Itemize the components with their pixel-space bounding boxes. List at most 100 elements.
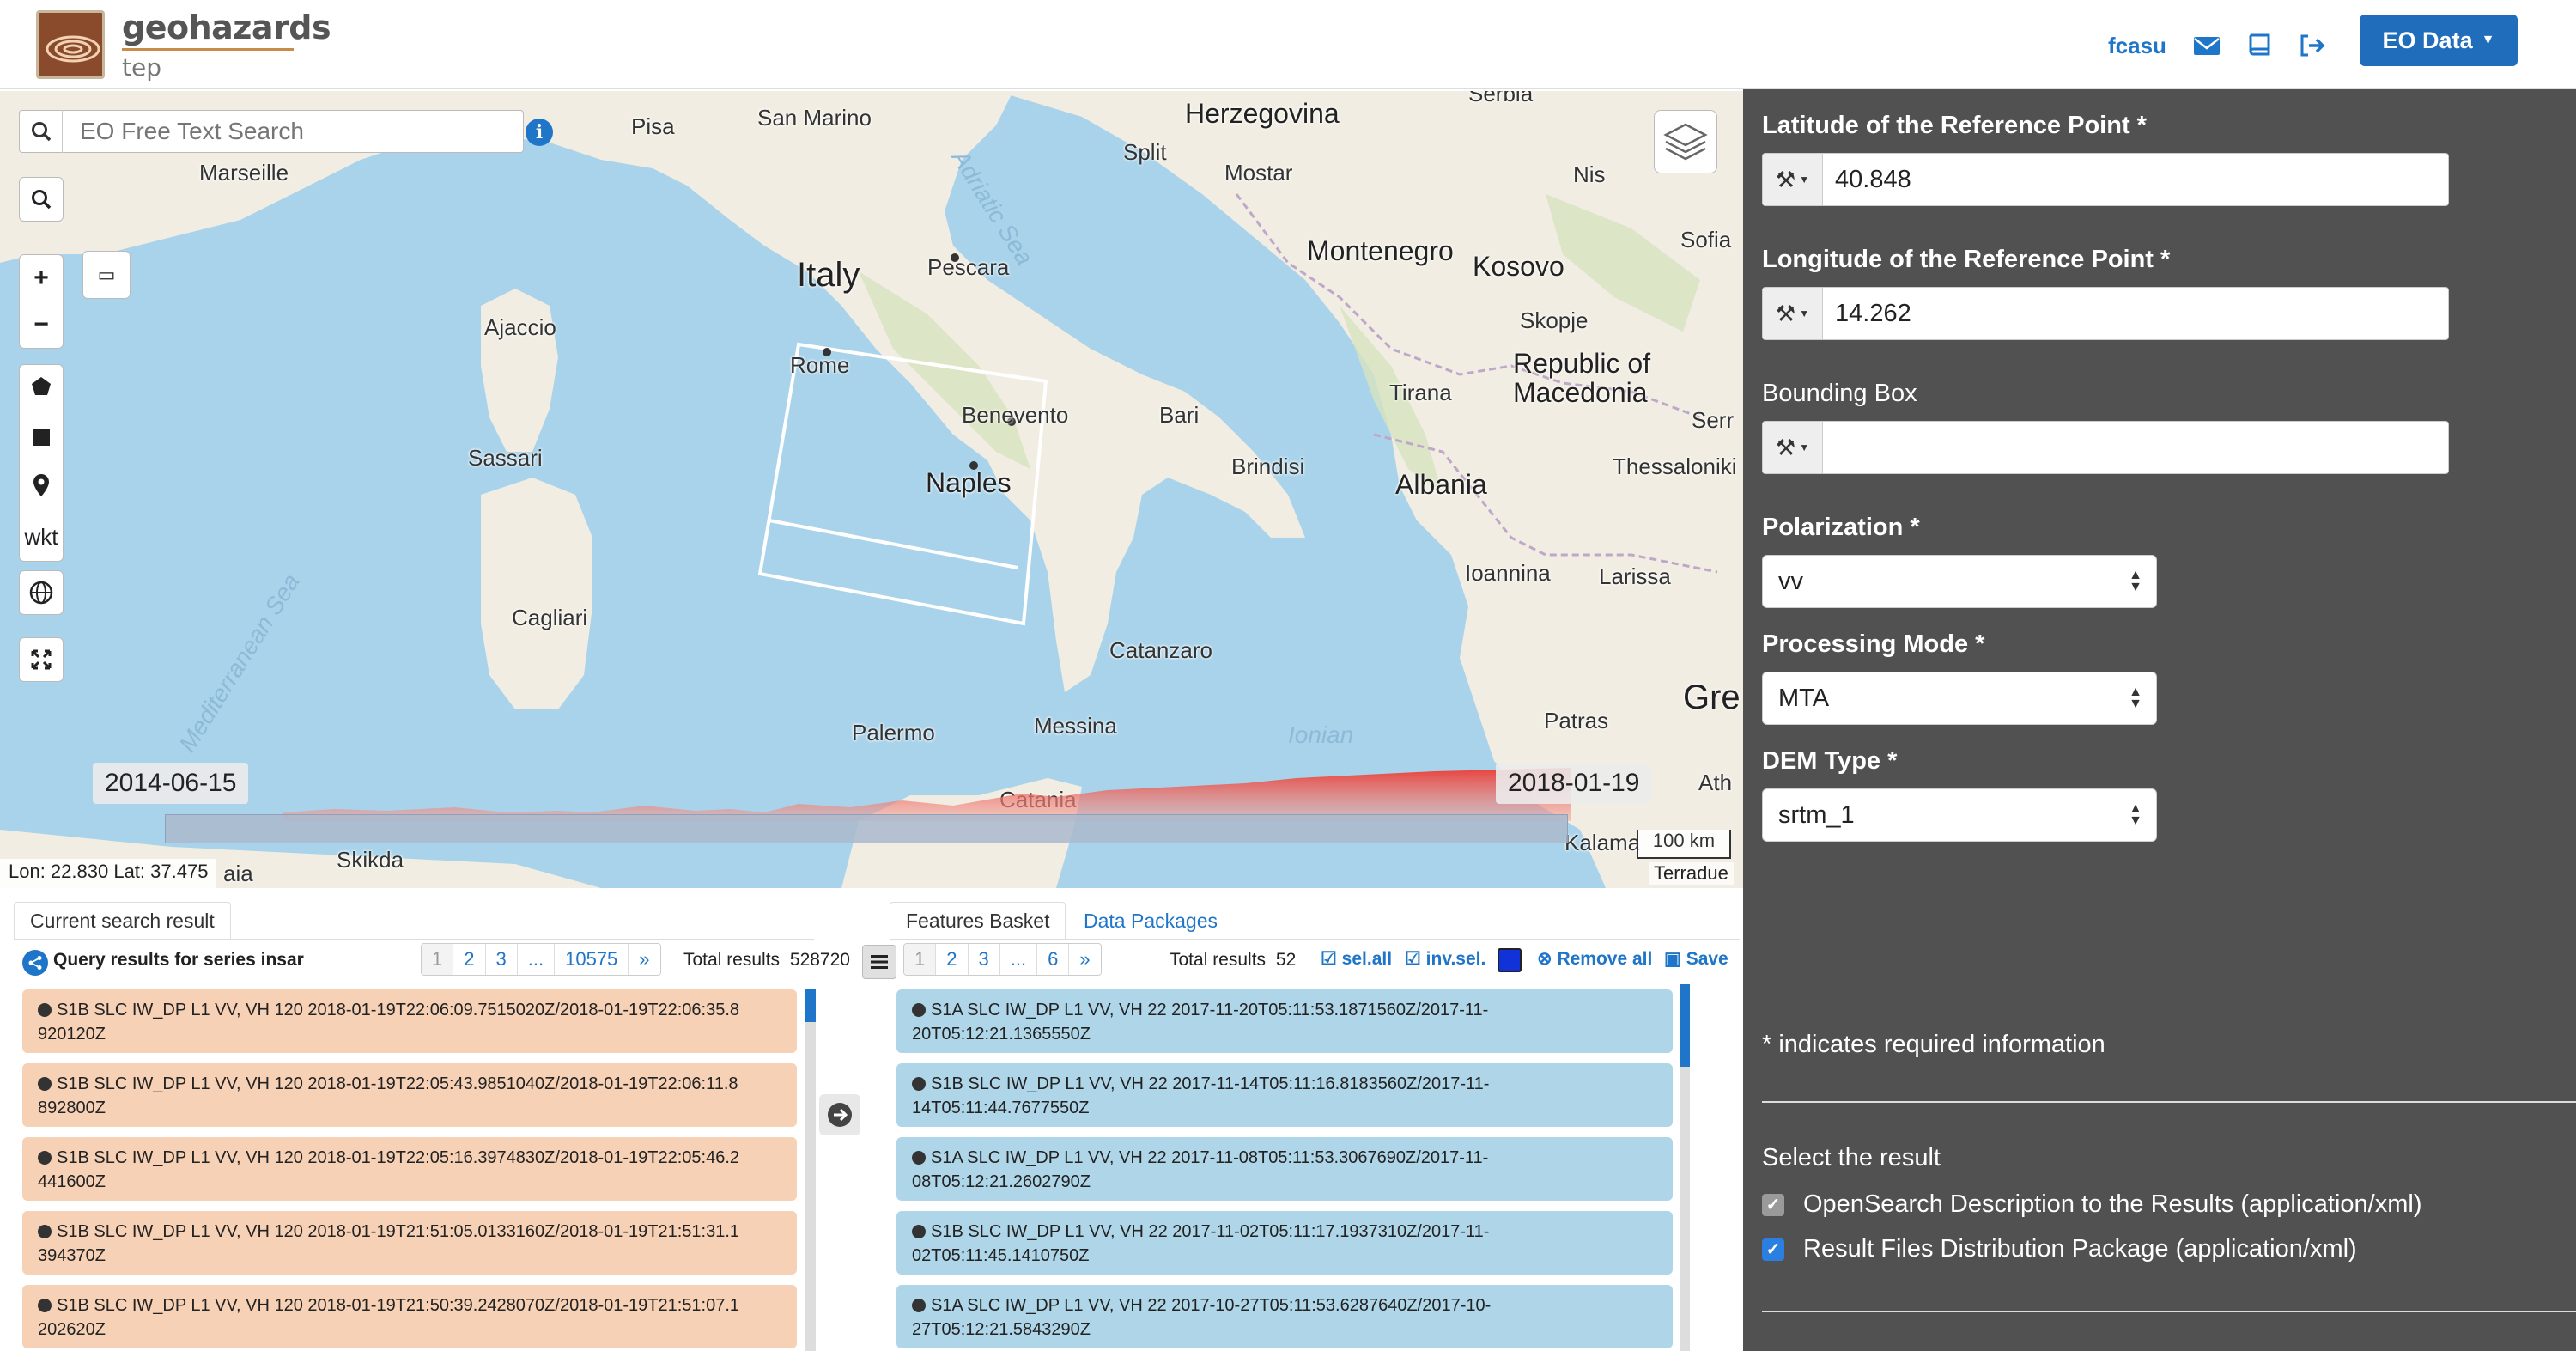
save-label: Save (1686, 949, 1728, 969)
place-san-marino: San Marino (757, 105, 872, 131)
page-next[interactable]: » (1069, 944, 1101, 975)
basket-item-title-cont: 02T05:11:45.1410750Z (912, 1246, 1090, 1265)
timeline-end-date[interactable]: 2018-01-19 (1496, 763, 1652, 804)
search-icon[interactable] (19, 177, 64, 222)
tab-data-packages[interactable]: Data Packages (1068, 902, 1233, 940)
dem-type-select[interactable]: srtm_1 ▲ ▼ (1762, 788, 2157, 842)
results-scrollbar[interactable] (805, 989, 816, 1351)
wkt-button[interactable]: wkt (25, 524, 58, 551)
result-files-package-checkbox[interactable]: ✓ (1762, 1238, 1784, 1261)
map-attribution[interactable]: Terradue (1649, 862, 1734, 885)
form-divider (1762, 1101, 2576, 1103)
processing-form-panel: Latitude of the Reference Point * ⚒ ▼ 40.… (1743, 89, 2576, 1351)
result-item[interactable]: S1B SLC IW_DP L1 VV, VH 120 2018-01-19T2… (22, 1211, 797, 1275)
tab-divider (14, 939, 814, 940)
geohazards-logo[interactable] (36, 10, 105, 79)
list-view-icon[interactable] (862, 945, 896, 979)
envelope-icon[interactable] (2192, 31, 2221, 60)
polarization-select[interactable]: vv ▲ ▼ (1762, 555, 2157, 608)
result-item[interactable]: S1B SLC IW_DP L1 VV, VH 120 2018-01-19T2… (22, 1137, 797, 1201)
magic-wand-dropdown[interactable]: ⚒ ▼ (1763, 422, 1823, 473)
basket-scrollbar-thumb[interactable] (1680, 984, 1690, 1067)
result-title-cont: 920120Z (38, 1025, 106, 1044)
timeline-start-date[interactable]: 2014-06-15 (93, 763, 249, 804)
place-brindisi: Brindisi (1231, 453, 1305, 479)
opensearch-description-checkbox[interactable]: ✓ (1762, 1193, 1784, 1216)
user-link[interactable]: fcasu (2108, 33, 2166, 59)
place-cagliari: Cagliari (512, 605, 588, 630)
result-files-package-label: Result Files Distribution Package (appli… (1803, 1235, 2357, 1263)
tab-current-search-result[interactable]: Current search result (14, 902, 231, 940)
magic-wand-dropdown[interactable]: ⚒ ▼ (1763, 154, 1823, 205)
place-catanzaro: Catanzaro (1109, 637, 1212, 663)
eo-data-dropdown-button[interactable]: EO Data ▼ (2360, 15, 2518, 66)
zoom-in-button[interactable]: + (20, 255, 63, 302)
place-patras: Patras (1544, 708, 1609, 733)
basket-item[interactable]: S1A SLC IW_DP L1 VV, VH 22 2017-11-20T05… (896, 989, 1673, 1053)
longitude-input[interactable]: 14.262 (1823, 300, 1911, 328)
processing-mode-select[interactable]: MTA ▲ ▼ (1762, 672, 2157, 725)
basket-item[interactable]: S1A SLC IW_DP L1 VV, VH 22 2017-10-27T05… (896, 1285, 1673, 1348)
tab-features-basket[interactable]: Features Basket (890, 902, 1066, 940)
basket-item-title: S1A SLC IW_DP L1 VV, VH 22 2017-10-27T05… (931, 1296, 1492, 1315)
results-scrollbar-thumb[interactable] (805, 989, 816, 1022)
square-icon[interactable] (32, 424, 51, 453)
opensearch-description-option[interactable]: ✓ OpenSearch Description to the Results … (1762, 1190, 2422, 1219)
page-2[interactable]: 2 (453, 944, 486, 975)
fullscreen-icon[interactable] (19, 637, 64, 682)
result-title: S1B SLC IW_DP L1 VV, VH 120 2018-01-19T2… (57, 1296, 739, 1315)
basket-item[interactable]: S1A SLC IW_DP L1 VV, VH 22 2017-11-08T05… (896, 1137, 1673, 1201)
polygon-icon[interactable] (30, 375, 52, 405)
eo-free-text-search-input[interactable] (63, 113, 509, 150)
info-icon[interactable]: i (526, 119, 553, 146)
share-icon[interactable] (22, 950, 48, 976)
result-item[interactable]: S1B SLC IW_DP L1 VV, VH 120 2018-01-19T2… (22, 1063, 797, 1127)
color-picker-swatch[interactable] (1498, 948, 1522, 972)
add-to-basket-button[interactable] (819, 1094, 860, 1135)
page-3[interactable]: 3 (968, 944, 1000, 975)
ruler-icon[interactable]: ▭ (82, 251, 131, 299)
processing-mode-value: MTA (1778, 684, 1830, 712)
zoom-out-button[interactable]: − (20, 301, 63, 348)
page-1[interactable]: 1 (422, 944, 454, 975)
result-item[interactable]: S1B SLC IW_DP L1 VV, VH 120 2018-01-19T2… (22, 989, 797, 1053)
select-all-button[interactable]: ☑ sel.all (1321, 948, 1392, 970)
timeline-range-slider[interactable] (165, 814, 1568, 843)
globe-icon[interactable] (19, 570, 64, 615)
result-title-cont: 394370Z (38, 1246, 106, 1265)
page-next[interactable]: » (629, 944, 660, 975)
globe-icon (38, 1225, 52, 1238)
place-split: Split (1123, 139, 1167, 165)
checkbox-icon: ☑ (1321, 949, 1337, 969)
map-scale-bar: 100 km (1637, 830, 1731, 859)
invert-selection-button[interactable]: ☑ inv.sel. (1405, 948, 1485, 970)
remove-all-button[interactable]: ⊗ Remove all (1537, 948, 1652, 970)
page-last[interactable]: 10575 (555, 944, 629, 975)
latitude-input[interactable]: 40.848 (1823, 166, 1911, 194)
layers-icon[interactable] (1654, 110, 1717, 173)
page-2[interactable]: 2 (936, 944, 969, 975)
result-item[interactable]: S1B SLC IW_DP L1 VV, VH 120 2018-01-19T2… (22, 1285, 797, 1348)
magic-wand-icon: ⚒ (1775, 434, 1796, 460)
place-messina: Messina (1034, 713, 1117, 739)
globe-icon (912, 1299, 926, 1312)
result-files-package-option[interactable]: ✓ Result Files Distribution Package (app… (1762, 1235, 2357, 1263)
page-3[interactable]: 3 (485, 944, 518, 975)
book-icon[interactable] (2245, 31, 2274, 60)
save-basket-button[interactable]: ▣ Save (1664, 948, 1728, 970)
magic-wand-icon: ⚒ (1775, 166, 1796, 192)
sign-out-icon[interactable] (2297, 31, 2326, 60)
basket-item-title-cont: 14T05:11:44.7677550Z (912, 1098, 1090, 1117)
search-icon[interactable] (20, 110, 63, 153)
map-marker-icon[interactable] (32, 473, 51, 504)
remove-all-label: Remove all (1557, 949, 1653, 969)
basket-item[interactable]: S1B SLC IW_DP L1 VV, VH 22 2017-11-14T05… (896, 1063, 1673, 1127)
total-results-count: 528720 (789, 950, 850, 970)
cursor-coordinates: Lon: 22.830 Lat: 37.475 (0, 859, 217, 888)
magic-wand-dropdown[interactable]: ⚒ ▼ (1763, 288, 1823, 339)
page-1[interactable]: 1 (904, 944, 937, 975)
page-last[interactable]: 6 (1037, 944, 1070, 975)
basket-item[interactable]: S1B SLC IW_DP L1 VV, VH 22 2017-11-02T05… (896, 1211, 1673, 1275)
basket-total-count: 52 (1275, 950, 1297, 970)
map-view[interactable]: Herzegovina Serbia Italy Albania San Mar… (0, 91, 1743, 888)
